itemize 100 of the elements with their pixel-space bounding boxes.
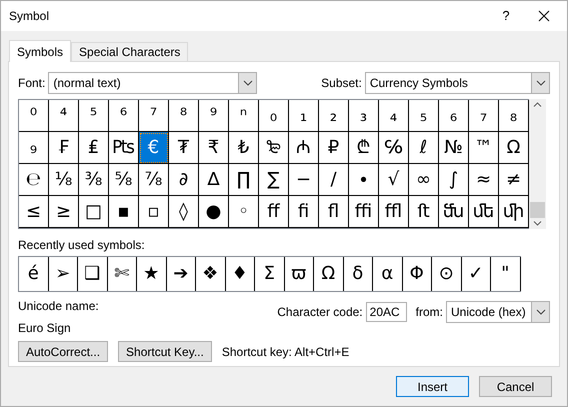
symbol-cell[interactable]: √: [379, 164, 409, 196]
symbol-cell[interactable]: ﬃ: [349, 196, 379, 228]
symbol-cell[interactable]: ₾: [349, 132, 379, 164]
symbol-cell[interactable]: ﬀ: [259, 196, 289, 228]
font-dropdown[interactable]: (normal text): [48, 72, 258, 94]
symbol-cell[interactable]: ≤: [19, 196, 49, 228]
symbol-cell[interactable]: ⅝: [109, 164, 139, 196]
from-dropdown[interactable]: Unicode (hex): [446, 301, 550, 323]
symbol-cell[interactable]: ⅛: [49, 164, 79, 196]
symbol-cell[interactable]: ﬓ: [439, 196, 469, 228]
symbol-cell[interactable]: ∫: [439, 164, 469, 196]
recent-symbol-cell[interactable]: ϖ: [284, 257, 314, 291]
symbol-cell[interactable]: ◦: [229, 196, 259, 228]
symbol-cell[interactable]: ₀: [259, 100, 289, 132]
recent-symbol-cell[interactable]: Φ: [402, 257, 432, 291]
symbol-cell[interactable]: ₉: [19, 132, 49, 164]
shortcut-key-button[interactable]: Shortcut Key...: [118, 341, 212, 362]
symbol-cell[interactable]: ₇: [469, 100, 499, 132]
symbol-cell[interactable]: ﬂ: [319, 196, 349, 228]
symbol-cell[interactable]: ⁶: [109, 100, 139, 132]
recent-symbols-label: Recently used symbols:: [18, 237, 146, 254]
close-icon: [538, 10, 550, 22]
symbol-cell[interactable]: Ω: [499, 132, 529, 164]
unicode-name-value: Euro Sign: [18, 320, 72, 337]
symbol-cell[interactable]: ▫: [139, 196, 169, 228]
symbol-cell[interactable]: ₤: [79, 132, 109, 164]
symbol-cell[interactable]: ﬄ: [379, 196, 409, 228]
tab[interactable]: Special Characters: [71, 42, 188, 61]
symbol-cell[interactable]: ⅞: [139, 164, 169, 196]
symbol-cell[interactable]: ₅: [409, 100, 439, 132]
symbol-cell[interactable]: ₻: [259, 132, 289, 164]
symbol-cell[interactable]: □: [79, 196, 109, 228]
symbol-cell[interactable]: ﬅ: [409, 196, 439, 228]
symbol-cell[interactable]: ∂: [169, 164, 199, 196]
symbol-cell[interactable]: ∏: [229, 164, 259, 196]
symbol-cell[interactable]: ℅: [379, 132, 409, 164]
symbol-cell[interactable]: ⁵: [79, 100, 109, 132]
recent-symbol-cell[interactable]: ➢: [48, 257, 78, 291]
symbol-cell[interactable]: ∆: [199, 164, 229, 196]
symbol-cell[interactable]: ⁷: [139, 100, 169, 132]
symbol-cell[interactable]: ₃: [349, 100, 379, 132]
symbol-cell[interactable]: ℓ: [409, 132, 439, 164]
symbol-cell[interactable]: ℮: [19, 164, 49, 196]
scroll-thumb[interactable]: [530, 202, 545, 218]
symbol-cell[interactable]: ⁰: [19, 100, 49, 132]
chevron-down-icon: [536, 309, 546, 315]
symbol-cell[interactable]: ∙: [349, 164, 379, 196]
recent-symbol-cell[interactable]: δ: [344, 257, 373, 291]
symbol-cell[interactable]: ⅜: [79, 164, 109, 196]
symbol-cell[interactable]: ∑: [259, 164, 289, 196]
symbol-cell[interactable]: ₄: [379, 100, 409, 132]
symbol-cell[interactable]: ●: [199, 196, 229, 228]
symbol-cell[interactable]: ₽: [319, 132, 349, 164]
symbol-cell[interactable]: ₧: [109, 132, 139, 164]
symbol-cell[interactable]: ⁸: [169, 100, 199, 132]
symbol-cell[interactable]: ₹: [199, 132, 229, 164]
symbol-cell[interactable]: ₺: [229, 132, 259, 164]
tab[interactable]: Symbols: [9, 40, 72, 62]
unicode-name-label: Unicode name:: [18, 298, 100, 315]
symbol-cell[interactable]: ™: [469, 132, 499, 164]
subset-dropdown[interactable]: Currency Symbols: [364, 72, 550, 94]
help-button[interactable]: ?: [491, 1, 521, 31]
cancel-button[interactable]: Cancel: [479, 376, 552, 397]
recent-symbol-cell[interactable]: ➔: [166, 257, 196, 291]
character-code-field[interactable]: 20AC: [366, 302, 407, 322]
symbol-cell[interactable]: ⁹: [199, 100, 229, 132]
symbol-cell[interactable]: ₁: [289, 100, 319, 132]
symbol-cell[interactable]: ₆: [439, 100, 469, 132]
recent-symbol-cell[interactable]: ✄: [108, 257, 137, 291]
symbol-cell[interactable]: ⁴: [49, 100, 79, 132]
symbol-cell[interactable]: №: [439, 132, 469, 164]
chevron-down-icon: [242, 80, 253, 86]
symbol-cell[interactable]: ≥: [49, 196, 79, 228]
symbol-cell[interactable]: €: [139, 132, 169, 164]
scrollbar[interactable]: [529, 99, 546, 229]
symbol-cell[interactable]: ⁿ: [229, 100, 259, 132]
symbol-cell[interactable]: ₼: [289, 132, 319, 164]
character-code-label: Character code:: [277, 304, 363, 321]
symbol-cell[interactable]: ₂: [319, 100, 349, 132]
subset-label: Subset:: [321, 75, 362, 92]
symbol-cell[interactable]: −: [289, 164, 319, 196]
recent-symbol-cell[interactable]: ✓: [462, 257, 491, 291]
symbol-cell[interactable]: ≈: [469, 164, 499, 196]
scroll-down-icon[interactable]: [533, 221, 542, 226]
scroll-up-icon[interactable]: [533, 102, 542, 107]
shortcut-key-text: Shortcut key: Alt+Ctrl+E: [222, 344, 350, 360]
symbol-cell[interactable]: ₣: [49, 132, 79, 164]
symbol-cell[interactable]: ≠: [499, 164, 529, 196]
symbol-cell[interactable]: ◊: [169, 196, 199, 228]
recent-symbol-cell[interactable]: ♦: [226, 257, 255, 291]
symbol-cell[interactable]: ﬕ: [499, 196, 529, 228]
autocorrect-button[interactable]: AutoCorrect...: [18, 341, 108, 362]
symbol-cell[interactable]: ﬁ: [289, 196, 319, 228]
symbol-cell[interactable]: ▪: [109, 196, 139, 228]
symbol-cell[interactable]: ﬔ: [469, 196, 499, 228]
symbol-cell[interactable]: ₈: [499, 100, 529, 132]
symbol-cell[interactable]: ₮: [169, 132, 199, 164]
symbol-cell[interactable]: ∞: [409, 164, 439, 196]
symbol-cell[interactable]: ∕: [319, 164, 349, 196]
insert-button[interactable]: Insert: [396, 376, 469, 397]
